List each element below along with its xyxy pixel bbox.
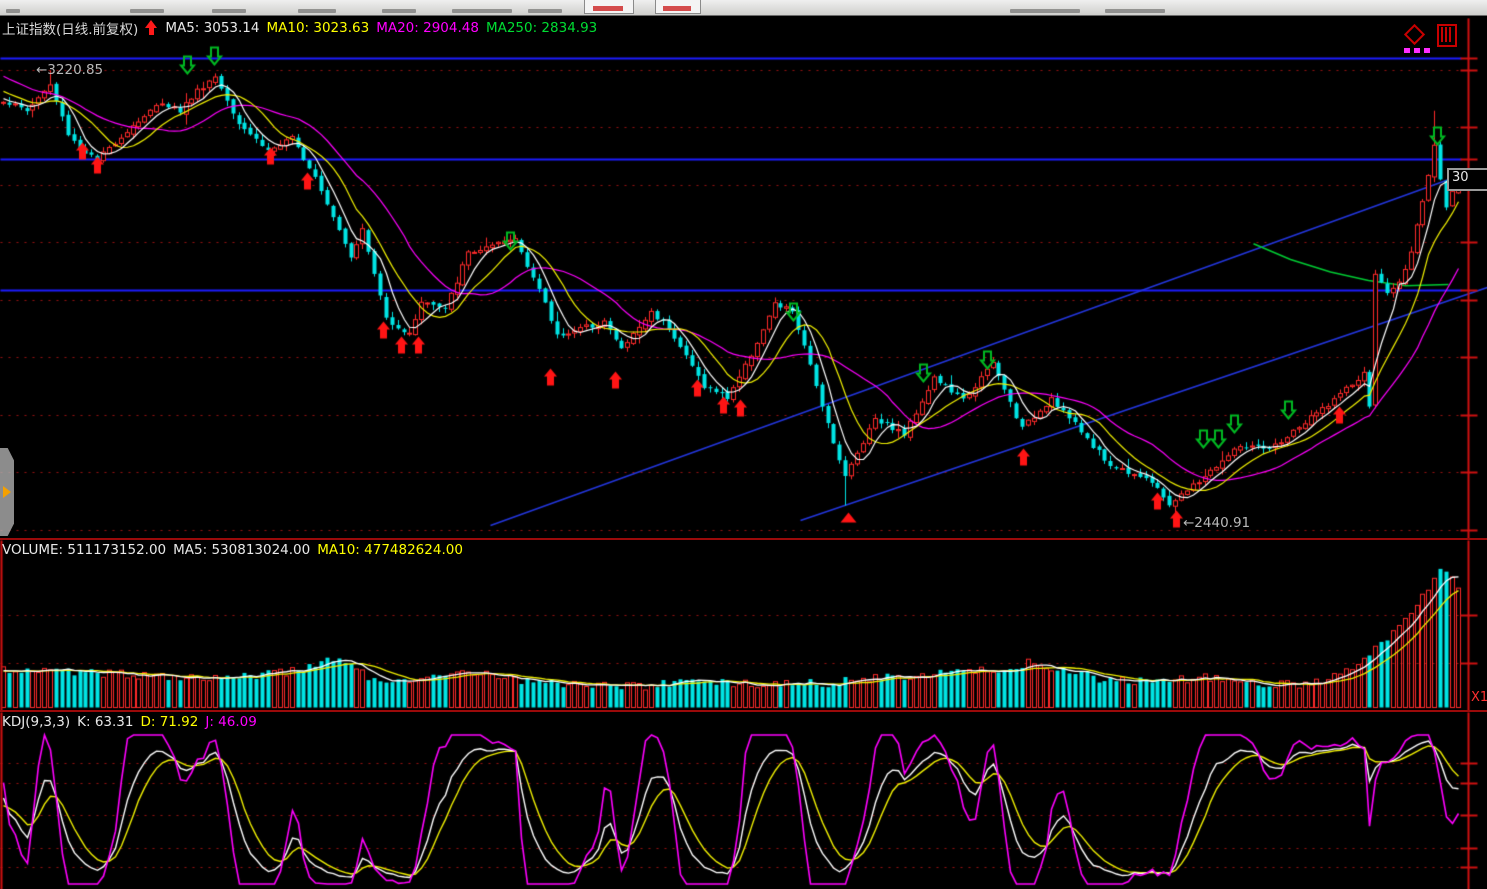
toolbar-button[interactable] [298,9,336,13]
diamond-icon[interactable] [1404,24,1425,45]
k-value-label: K: 63.31 [77,714,133,730]
expand-arrow-icon [3,486,11,498]
toolbar-button[interactable] [452,9,512,13]
volume-scale-label: X1 [1471,690,1487,705]
candlestick-chart-canvas[interactable] [0,18,1487,538]
current-price-tag: 30 [1447,168,1487,191]
kdj-header: KDJ(9,3,3) K: 63.31 D: 71.92 J: 46.09 [2,713,257,730]
toolbar-button[interactable] [528,9,562,13]
volume-panel: VOLUME: 511173152.00 MA5: 530813024.00 M… [0,540,1487,710]
toolbar-button[interactable] [655,0,701,14]
kdj-panel: KDJ(9,3,3) K: 63.31 D: 71.92 J: 46.09 [0,712,1487,889]
toolbar-button[interactable] [212,9,246,13]
chart-title: 上证指数(日线.前复权) [2,18,138,38]
low-price-annotation: ←2440.91 [1183,515,1250,531]
kdj-params-label: KDJ(9,3,3) [2,714,70,730]
kdj-chart-canvas[interactable] [0,712,1487,889]
toolbar-button[interactable] [584,0,634,14]
toolbar-button[interactable] [1105,9,1165,13]
toolbar-icon[interactable] [6,9,20,13]
high-price-annotation: ←3220.85 [36,62,103,78]
vol-ma5-value-label: MA5: 530813024.00 [173,542,310,558]
sidebar-flyout-handle[interactable] [0,448,14,536]
kline-panel-icon[interactable] [1437,24,1457,47]
main-chart-header: 上证指数(日线.前复权) MA5: 3053.14 MA10: 3023.63 … [2,19,597,36]
ma250-value-label: MA250: 2834.93 [486,20,597,36]
j-value-label: J: 46.09 [205,714,256,730]
more-dots-icon[interactable] [1404,48,1434,53]
ma10-value-label: MA10: 3023.63 [266,20,369,36]
vol-ma10-value-label: MA10: 477482624.00 [317,542,463,558]
d-value-label: D: 71.92 [140,714,198,730]
top-toolbar[interactable] [0,0,1487,16]
buy-signal-arrow-icon [145,20,158,35]
main-chart-panel: 上证指数(日线.前复权) MA5: 3053.14 MA10: 3023.63 … [0,18,1487,538]
ma5-value-label: MA5: 3053.14 [165,20,259,36]
toolbar-button[interactable] [382,9,416,13]
chart-corner-icons [1403,24,1463,58]
volume-header: VOLUME: 511173152.00 MA5: 530813024.00 M… [2,541,463,558]
toolbar-button[interactable] [1010,9,1080,13]
volume-value-label: VOLUME: 511173152.00 [2,542,166,558]
volume-chart-canvas[interactable] [0,540,1487,710]
ma20-value-label: MA20: 2904.48 [376,20,479,36]
toolbar-button[interactable] [130,9,164,13]
trading-app-window: 上证指数(日线.前复权) MA5: 3053.14 MA10: 3023.63 … [0,0,1487,889]
